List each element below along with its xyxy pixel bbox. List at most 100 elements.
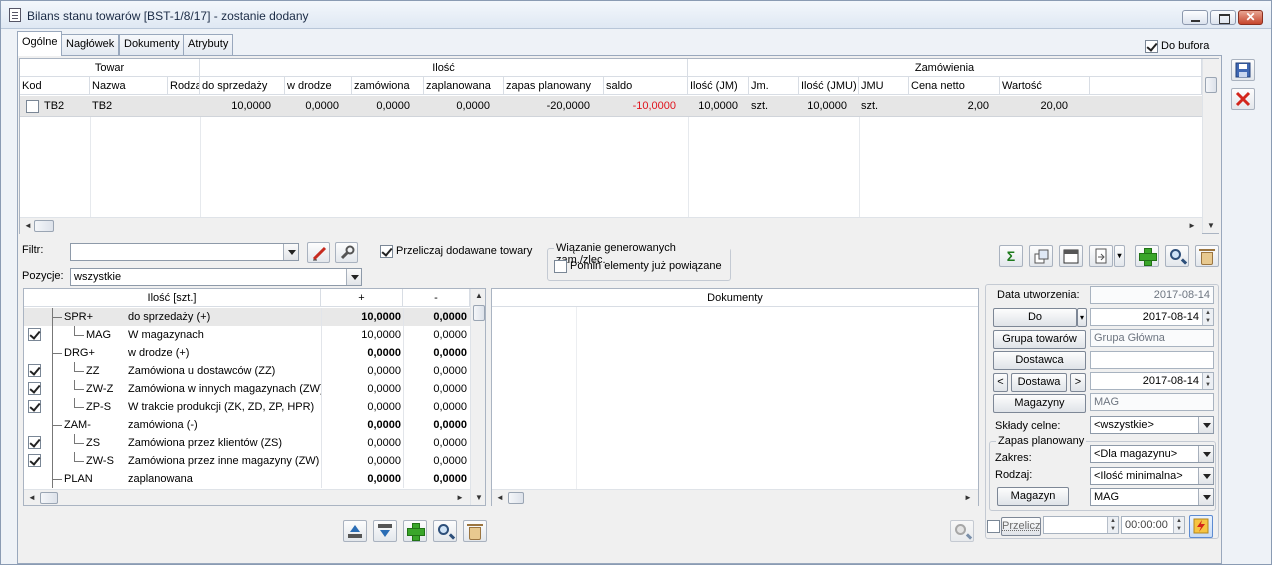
col-zaplanowana[interactable]: zaplanowana bbox=[424, 77, 504, 95]
chevron-down-icon[interactable] bbox=[283, 244, 298, 260]
dostawa-date-field[interactable]: 2017-08-14 ▲ ▼ bbox=[1090, 372, 1214, 390]
tree-row-checkbox[interactable] bbox=[28, 454, 41, 467]
delete-button[interactable] bbox=[1195, 245, 1219, 267]
scroll-thumb[interactable] bbox=[473, 305, 485, 321]
col-ilosc-jm[interactable]: Ilość (JM) bbox=[688, 77, 749, 95]
scroll-left-arrow[interactable]: ◄ bbox=[494, 493, 506, 502]
do-dropdown[interactable]: ▾ bbox=[1077, 308, 1087, 327]
items-grid[interactable]: Towar Ilość Zamówienia Kod Nazwa Rodzaj … bbox=[19, 58, 1219, 234]
interval-spinner[interactable]: ▲ ▼ bbox=[1107, 517, 1118, 533]
scroll-thumb[interactable] bbox=[508, 492, 524, 504]
tab-dokumenty[interactable]: Dokumenty bbox=[119, 34, 185, 55]
scroll-thumb[interactable] bbox=[40, 492, 58, 504]
col-saldo[interactable]: saldo bbox=[604, 77, 688, 95]
document-action-button[interactable] bbox=[1089, 245, 1113, 267]
chevron-down-icon[interactable] bbox=[1198, 417, 1213, 433]
add-button[interactable] bbox=[1135, 245, 1159, 267]
filter-combo[interactable] bbox=[70, 243, 299, 261]
przeliczaj-checkbox[interactable] bbox=[380, 245, 393, 258]
przelicz-time-field[interactable]: 00:00:00 ▲ ▼ bbox=[1121, 516, 1185, 534]
time-spinner[interactable]: ▲ ▼ bbox=[1173, 517, 1184, 533]
tab-atrybuty[interactable]: Atrybuty bbox=[183, 34, 234, 55]
date-spinner[interactable]: ▲ ▼ bbox=[1202, 309, 1213, 325]
do-button[interactable]: Do bbox=[993, 308, 1077, 327]
tree-row[interactable]: ZZ Zamówiona u dostawców (ZZ) 0,0000 0,0000 bbox=[24, 362, 470, 380]
scroll-left-arrow[interactable]: ◄ bbox=[22, 221, 34, 230]
calendar-button[interactable] bbox=[1059, 245, 1083, 267]
przelicz-button[interactable]: Przelicz bbox=[1001, 517, 1041, 536]
view-button[interactable] bbox=[1165, 245, 1189, 267]
sklady-celne-combo[interactable]: <wszystkie> bbox=[1090, 416, 1214, 434]
col-kod[interactable]: Kod bbox=[20, 77, 90, 95]
scroll-thumb[interactable] bbox=[1205, 77, 1217, 93]
scroll-right-arrow[interactable]: ► bbox=[962, 493, 974, 502]
tree-row[interactable]: DRG+ w drodze (+) 0,0000 0,0000 bbox=[24, 344, 470, 362]
do-date-field[interactable]: 2017-08-14 ▲ ▼ bbox=[1090, 308, 1214, 326]
grid-vertical-scrollbar[interactable]: ▼ bbox=[1202, 59, 1219, 233]
col-nazwa[interactable]: Nazwa bbox=[90, 77, 168, 95]
tree-row-checkbox[interactable] bbox=[28, 364, 41, 377]
close-button[interactable]: ✕ bbox=[1238, 10, 1263, 25]
tree-row[interactable]: ZP-S W trakcie produkcji (ZK, ZD, ZP, HPR… bbox=[24, 398, 470, 416]
table-row[interactable]: TB2 TB2 10,0000 0,0000 0,0000 0,0000 -20… bbox=[20, 96, 1202, 117]
zakres-combo[interactable]: <Dla magazynu> bbox=[1090, 445, 1214, 463]
title-bar[interactable]: Bilans stanu towarów [BST-1/8/17] - zost… bbox=[1, 1, 1271, 29]
dostawa-button[interactable]: Dostawa bbox=[1011, 373, 1067, 392]
tree-row[interactable]: ZW-S Zamówiona przez inne magazyny (ZW) 0,… bbox=[24, 452, 470, 470]
dostawa-next-button[interactable]: > bbox=[1070, 373, 1086, 392]
tree-row[interactable]: ZAM-zamówiona (-) 0,0000 0,0000 bbox=[24, 416, 470, 434]
dostawca-field[interactable] bbox=[1090, 351, 1214, 369]
scroll-down-arrow[interactable]: ▼ bbox=[473, 493, 485, 502]
scroll-thumb[interactable] bbox=[34, 220, 54, 232]
chevron-down-icon[interactable] bbox=[346, 269, 361, 285]
col-jmu[interactable]: JMU bbox=[859, 77, 909, 95]
chevron-down-icon[interactable] bbox=[1198, 446, 1213, 462]
grid-horizontal-scrollbar[interactable]: ◄ ► bbox=[20, 217, 1202, 234]
tree-row[interactable]: PLAN zaplanowana 0,0000 0,0000 bbox=[24, 470, 470, 488]
documents-grid[interactable]: Dokumenty ◄ ► bbox=[491, 288, 979, 506]
delete-row-button[interactable] bbox=[463, 520, 487, 542]
move-down-button[interactable] bbox=[373, 520, 397, 542]
tree-row[interactable]: MAG W magazynach 10,0000 0,0000 bbox=[24, 326, 470, 344]
scroll-down-arrow[interactable]: ▼ bbox=[1205, 221, 1217, 230]
scroll-right-arrow[interactable]: ► bbox=[1186, 221, 1198, 230]
col-wartosc[interactable]: Wartość bbox=[1000, 77, 1090, 95]
document-action-dropdown[interactable]: ▾ bbox=[1114, 245, 1125, 267]
chevron-down-icon[interactable] bbox=[1198, 489, 1213, 505]
clear-filter-button[interactable] bbox=[307, 242, 330, 263]
grupa-towarow-button[interactable]: Grupa towarów bbox=[993, 330, 1086, 349]
move-up-button[interactable] bbox=[343, 520, 367, 542]
col-rodzaj[interactable]: Rodzaj bbox=[168, 77, 200, 95]
docs-view-button[interactable] bbox=[950, 520, 974, 542]
magazyny-button[interactable]: Magazyny bbox=[993, 394, 1086, 413]
quantity-tree-grid[interactable]: Ilość [szt.] + - SPR+ do sprzedaży (+) 10,… bbox=[23, 288, 486, 506]
col-zapas-planowany[interactable]: zapas planowany bbox=[504, 77, 604, 95]
przelicz-checkbox[interactable] bbox=[987, 520, 1000, 533]
tree-row[interactable]: ZS Zamówiona przez klientów (ZS) 0,0000 0,0… bbox=[24, 434, 470, 452]
col-do-sprzedazy[interactable]: do sprzedaży bbox=[200, 77, 285, 95]
scroll-up-arrow[interactable]: ▲ bbox=[473, 291, 485, 300]
do-bufora-checkbox[interactable] bbox=[1145, 40, 1158, 53]
tab-naglowek[interactable]: Nagłówek bbox=[61, 34, 120, 55]
rodzaj-combo[interactable]: <Ilość minimalna> bbox=[1090, 467, 1214, 485]
dostawca-button[interactable]: Dostawca bbox=[993, 351, 1086, 370]
tree-row[interactable]: ZW-Z Zamówiona w innych magazynach (ZW) 0,… bbox=[24, 380, 470, 398]
col-w-drodze[interactable]: w drodze bbox=[285, 77, 352, 95]
tree-row[interactable]: SPR+ do sprzedaży (+) 10,0000 0,0000 bbox=[24, 308, 470, 326]
przelicz-interval-field[interactable]: ▲ ▼ bbox=[1043, 516, 1119, 534]
minimize-button[interactable] bbox=[1182, 10, 1208, 25]
pomin-checkbox[interactable] bbox=[554, 260, 567, 273]
tree-row-checkbox[interactable] bbox=[28, 436, 41, 449]
save-button[interactable] bbox=[1231, 59, 1255, 81]
scroll-left-arrow[interactable]: ◄ bbox=[26, 493, 38, 502]
tree-row-checkbox[interactable] bbox=[28, 382, 41, 395]
magazyn-combo[interactable]: MAG bbox=[1090, 488, 1214, 506]
tree-row-checkbox[interactable] bbox=[28, 328, 41, 341]
chevron-down-icon[interactable] bbox=[1198, 468, 1213, 484]
cancel-button[interactable] bbox=[1231, 88, 1255, 110]
col-cena-netto[interactable]: Cena netto bbox=[909, 77, 1000, 95]
col-zamowiona[interactable]: zamówiona bbox=[352, 77, 424, 95]
tab-ogolne[interactable]: Ogólne bbox=[17, 31, 63, 56]
row-checkbox[interactable] bbox=[26, 100, 39, 113]
docs-horizontal-scrollbar[interactable]: ◄ ► bbox=[492, 489, 978, 506]
